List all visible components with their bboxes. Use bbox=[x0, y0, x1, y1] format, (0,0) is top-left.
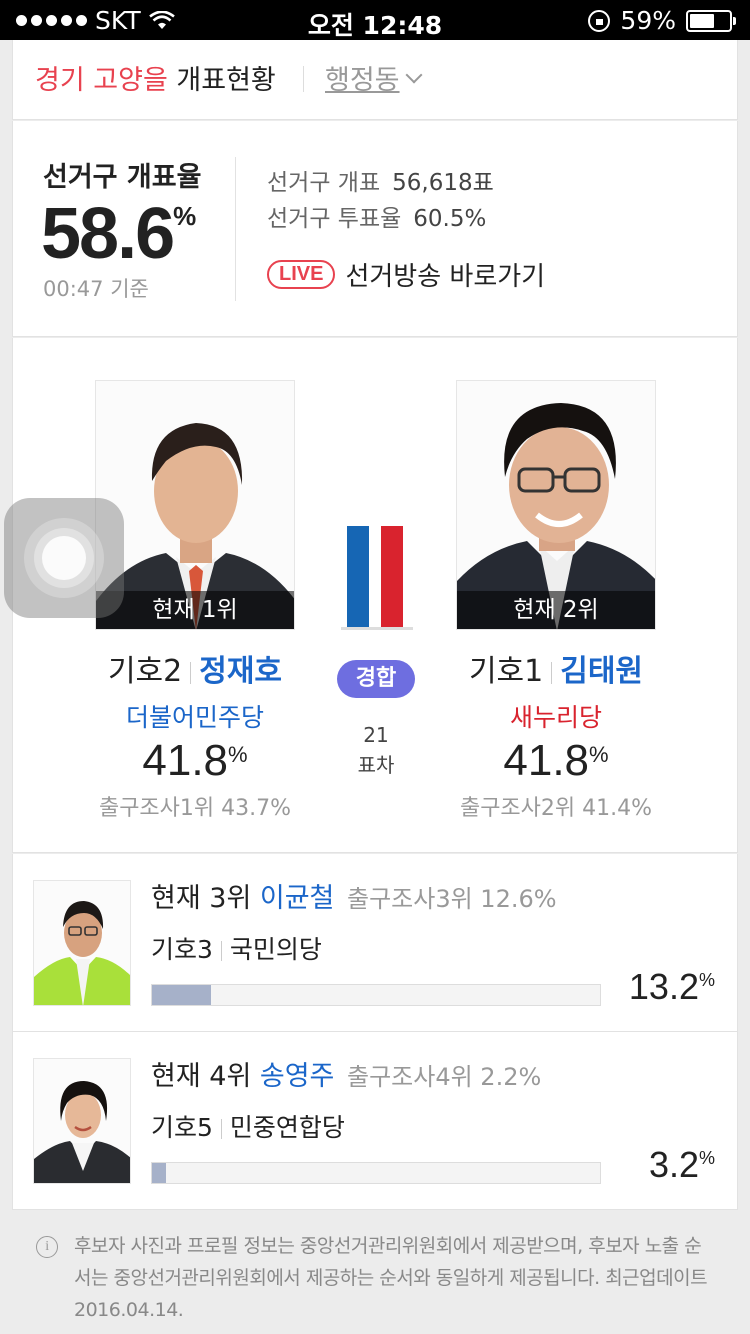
turnout-label: 선거구 투표율 bbox=[267, 206, 402, 232]
candidate-photo bbox=[33, 1058, 131, 1184]
candidate-portrait bbox=[34, 1059, 130, 1183]
close-race-badge: 경합 bbox=[337, 660, 415, 698]
vote-percent: 3.2% bbox=[649, 1144, 715, 1186]
title-text: 개표현황 bbox=[176, 65, 276, 96]
candidate-heading: 현재 3위 이균철 출구조사3위 12.6% bbox=[151, 876, 557, 915]
info-icon: i bbox=[36, 1236, 58, 1258]
turnout-stat: 선거구 투표율 60.5% bbox=[267, 199, 486, 233]
dong-label: 행정동 bbox=[325, 65, 400, 96]
party-name: 더불어민주당 bbox=[125, 703, 264, 732]
divider bbox=[220, 1119, 222, 1139]
candidate-number-line: 기호1 김태원 bbox=[426, 646, 686, 690]
candidate-name: 이균철 bbox=[259, 883, 335, 914]
page-header: 경기 고양을 개표현황 행정동 bbox=[12, 40, 738, 120]
count-stat: 선거구 개표 56,618표 bbox=[267, 163, 494, 197]
party-name: 새누리당 bbox=[509, 703, 602, 732]
disclaimer-notice: i 후보자 사진과 프로필 정보는 중앙선거관리위원회에서 제공받으며, 후보자… bbox=[12, 1210, 738, 1334]
exit-poll: 출구조사1위 43.7% bbox=[98, 796, 292, 821]
candidate-second[interactable]: 기호1 김태원 새누리당 41.8% 출구조사2위 41.4% bbox=[426, 646, 686, 822]
vote-gap: 21 표차 bbox=[327, 720, 425, 780]
chevron-down-icon bbox=[405, 66, 423, 83]
assistive-center bbox=[42, 536, 86, 580]
vote-percent-number: 41.8 bbox=[142, 736, 229, 785]
battery-percent: 59% bbox=[620, 6, 676, 35]
vote-share-fill bbox=[152, 1163, 167, 1183]
rate-label: 선거구 개표율 bbox=[43, 162, 202, 193]
vote-percent-number: 3.2 bbox=[648, 1144, 699, 1185]
candidate-number: 기호1 bbox=[468, 654, 544, 689]
vote-percent: 41.8% bbox=[426, 736, 686, 786]
summary-divider bbox=[235, 157, 236, 301]
exit-poll: 출구조사4위 2.2% bbox=[347, 1063, 542, 1091]
vote-percent-unit: % bbox=[228, 742, 248, 767]
vote-share-bar bbox=[151, 1162, 601, 1184]
candidate-row[interactable]: 현재 4위 송영주 출구조사4위 2.2% 기호5 민중연합당 3.2% bbox=[12, 1032, 738, 1210]
candidate-photo bbox=[33, 880, 131, 1006]
bars-baseline bbox=[341, 627, 413, 630]
count-label: 선거구 개표 bbox=[267, 170, 381, 196]
rank-label: 현재 3위 bbox=[151, 883, 252, 914]
live-link-text: 선거방송 바로가기 bbox=[345, 262, 546, 292]
candidate-number: 기호5 bbox=[151, 1113, 213, 1142]
rank-label: 현재 4위 bbox=[151, 1061, 252, 1092]
second-candidate-bar bbox=[381, 526, 403, 628]
battery-level bbox=[690, 13, 714, 28]
candidate-photo-second[interactable]: 현재 2위 bbox=[456, 380, 656, 630]
rank-label: 현재 2위 bbox=[457, 591, 655, 629]
count-summary: 선거구 개표율 58.6% 00:47 기준 선거구 개표 56,618표 선거구… bbox=[12, 121, 738, 337]
region-name: 경기 고양을 bbox=[35, 65, 168, 96]
live-broadcast-link[interactable]: LIVE 선거방송 바로가기 bbox=[267, 256, 545, 293]
count-value: 56,618표 bbox=[392, 170, 494, 196]
vote-percent-unit: % bbox=[589, 742, 609, 767]
divider bbox=[551, 661, 553, 684]
notice-text: 후보자 사진과 프로필 정보는 중앙선거관리위원회에서 제공받으며, 후보자 노… bbox=[74, 1235, 708, 1321]
first-candidate-bar bbox=[347, 526, 369, 628]
assistive-touch-button[interactable] bbox=[4, 498, 124, 618]
page-title: 경기 고양을 개표현황 bbox=[35, 58, 276, 97]
status-bar: SKT 오전 12:48 59% bbox=[0, 0, 750, 40]
vote-percent: 41.8% bbox=[65, 736, 325, 786]
candidate-portrait bbox=[34, 881, 130, 1005]
candidate-row[interactable]: 현재 3위 이균철 출구조사3위 12.6% 기호3 국민의당 13.2% bbox=[12, 854, 738, 1032]
vote-percent-unit: % bbox=[698, 1148, 715, 1168]
rate-value: 58.6% bbox=[41, 193, 196, 275]
vote-share-bars bbox=[341, 524, 413, 630]
candidate-name: 송영주 bbox=[259, 1061, 335, 1092]
candidate-photo-first[interactable]: 현재 1위 bbox=[95, 380, 295, 630]
exit-poll: 출구조사3위 12.6% bbox=[347, 885, 557, 913]
dong-dropdown[interactable]: 행정동 bbox=[325, 58, 423, 97]
candidate-name: 정재호 bbox=[199, 654, 283, 689]
vote-percent-number: 13.2 bbox=[628, 966, 699, 1007]
divider bbox=[190, 661, 192, 684]
vote-share-fill bbox=[152, 985, 212, 1005]
vote-gap-value: 21 bbox=[363, 723, 389, 747]
candidate-heading: 현재 4위 송영주 출구조사4위 2.2% bbox=[151, 1054, 541, 1093]
candidate-affiliation: 기호5 민중연합당 bbox=[151, 1108, 345, 1144]
rank-label: 현재 1위 bbox=[96, 591, 294, 629]
battery-info: 59% bbox=[588, 6, 736, 35]
vote-percent-unit: % bbox=[698, 970, 715, 990]
party-name: 민중연합당 bbox=[229, 1113, 345, 1142]
candidate-affiliation: 기호3 국민의당 bbox=[151, 930, 322, 966]
candidate-first[interactable]: 기호2 정재호 더불어민주당 41.8% 출구조사1위 43.7% bbox=[65, 646, 325, 822]
header-divider bbox=[303, 66, 304, 92]
candidate-number: 기호3 bbox=[151, 935, 213, 964]
exit-poll: 출구조사2위 41.4% bbox=[459, 796, 653, 821]
vote-percent-number: 41.8 bbox=[503, 736, 590, 785]
rotation-lock-icon bbox=[588, 9, 611, 32]
battery-icon bbox=[686, 9, 736, 32]
live-badge: LIVE bbox=[267, 260, 336, 289]
candidate-number: 기호2 bbox=[107, 654, 183, 689]
vote-share-bar bbox=[151, 984, 601, 1006]
candidate-name: 김태원 bbox=[560, 654, 644, 689]
rate-unit: % bbox=[173, 201, 197, 231]
party-name: 국민의당 bbox=[229, 935, 322, 964]
vote-percent: 13.2% bbox=[629, 966, 715, 1008]
divider bbox=[220, 941, 222, 961]
vote-gap-label: 표차 bbox=[357, 753, 395, 777]
candidate-number-line: 기호2 정재호 bbox=[65, 646, 325, 690]
turnout-value: 60.5% bbox=[413, 206, 487, 232]
rate-timestamp: 00:47 기준 bbox=[43, 277, 149, 301]
rate-number: 58.6 bbox=[41, 194, 175, 274]
